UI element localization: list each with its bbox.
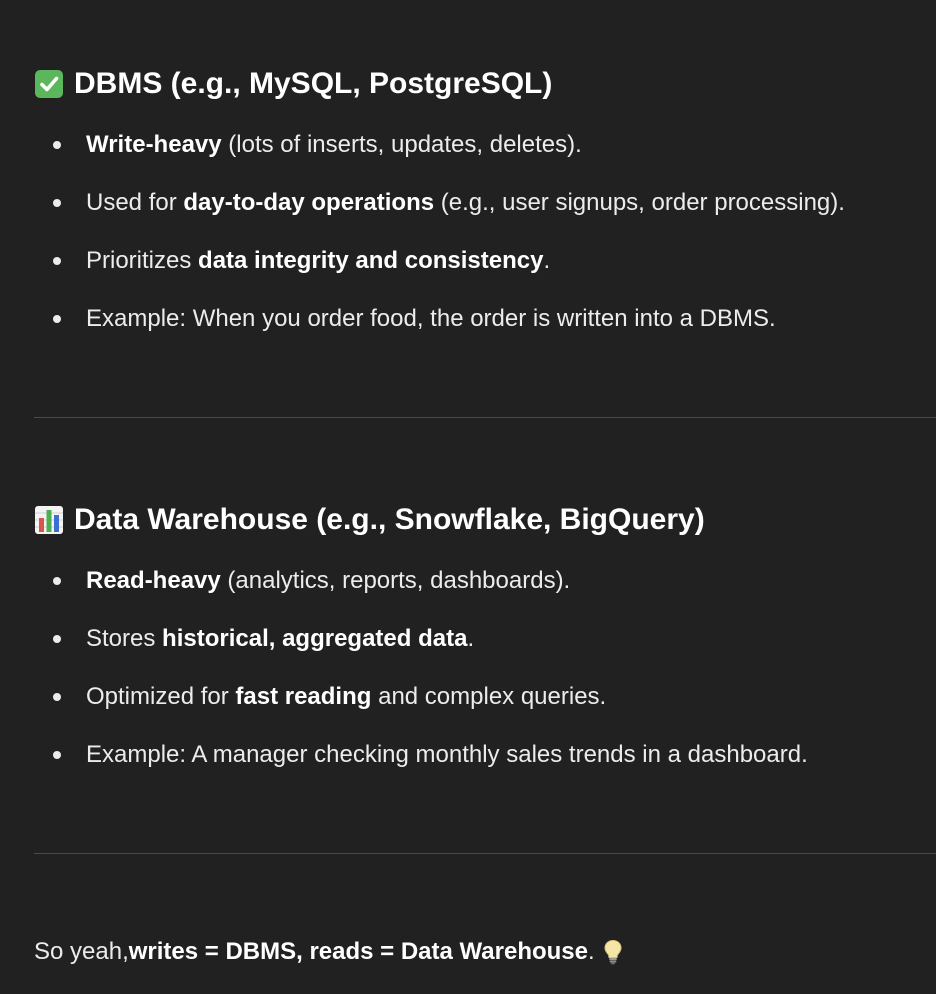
section-heading-text: DBMS (e.g., MySQL, PostgreSQL) xyxy=(74,67,553,100)
plain-text: Stores xyxy=(86,625,163,652)
plain-text: and complex queries. xyxy=(371,683,607,710)
bullet-icon xyxy=(53,577,61,585)
list-item-text: Stores historical, aggregated data. xyxy=(86,624,474,654)
bullet-icon xyxy=(53,199,61,207)
list-item: Write-heavy (lots of inserts, updates, d… xyxy=(0,130,936,188)
list-item: Optimized for fast reading and complex q… xyxy=(0,682,936,740)
bullet-icon xyxy=(53,257,61,265)
list-item-text: Example: When you order food, the order … xyxy=(86,305,776,332)
section-divider xyxy=(34,853,936,854)
bullet-icon xyxy=(53,751,61,759)
list-item: Prioritizes data integrity and consisten… xyxy=(0,246,936,304)
list-item-text: Write-heavy (lots of inserts, updates, d… xyxy=(86,130,582,160)
bold-text: fast reading xyxy=(235,683,372,710)
summary-line: So yeah, writes = DBMS, reads = Data War… xyxy=(34,937,623,967)
check-mark-button-icon xyxy=(34,69,64,99)
list-item-text: Example: A manager checking monthly sale… xyxy=(86,741,808,768)
section-divider xyxy=(34,417,936,418)
list-item: Read-heavy (analytics, reports, dashboar… xyxy=(0,566,936,624)
bullet-icon xyxy=(53,315,61,323)
bullet-icon xyxy=(53,635,61,643)
dbms-bullet-list: Write-heavy (lots of inserts, updates, d… xyxy=(0,130,936,362)
list-item: Example: When you order food, the order … xyxy=(0,304,936,362)
list-item-text: Optimized for fast reading and complex q… xyxy=(86,682,606,712)
plain-text: Optimized for xyxy=(86,683,236,710)
plain-text: (e.g., user signups, order processing). xyxy=(434,189,845,216)
list-item: Used for day-to-day operations (e.g., us… xyxy=(0,188,936,246)
plain-text: Prioritizes xyxy=(86,247,199,274)
plain-text: . xyxy=(467,625,475,652)
bullet-icon xyxy=(53,693,61,701)
plain-text: (analytics, reports, dashboards). xyxy=(220,567,571,594)
bold-text: Read-heavy xyxy=(86,567,221,594)
list-item: Example: A manager checking monthly sale… xyxy=(0,740,936,798)
bold-text: Write-heavy xyxy=(86,131,222,158)
section-heading-text: Data Warehouse (e.g., Snowflake, BigQuer… xyxy=(74,503,705,536)
bold-text: historical, aggregated data xyxy=(162,625,468,652)
plain-text: . xyxy=(588,938,595,965)
bold-text: data integrity and consistency xyxy=(198,247,544,274)
section-heading-data-warehouse: Data Warehouse (e.g., Snowflake, BigQuer… xyxy=(34,502,705,538)
plain-text: . xyxy=(543,247,551,274)
light-bulb-icon xyxy=(603,939,623,965)
section-heading-dbms: DBMS (e.g., MySQL, PostgreSQL) xyxy=(34,66,552,102)
plain-text: So yeah, xyxy=(34,938,129,965)
list-item-text: Prioritizes data integrity and consisten… xyxy=(86,246,550,276)
list-item: Stores historical, aggregated data. xyxy=(0,624,936,682)
data-warehouse-bullet-list: Read-heavy (analytics, reports, dashboar… xyxy=(0,566,936,798)
plain-text: Used for xyxy=(86,189,184,216)
list-item-text: Read-heavy (analytics, reports, dashboar… xyxy=(86,566,570,596)
list-item-text: Used for day-to-day operations (e.g., us… xyxy=(86,188,845,218)
plain-text: (lots of inserts, updates, deletes). xyxy=(221,131,582,158)
bullet-icon xyxy=(53,141,61,149)
bold-text: day-to-day operations xyxy=(183,189,435,216)
bar-chart-icon xyxy=(34,505,64,535)
bold-text: writes = DBMS, reads = Data Warehouse xyxy=(128,938,589,965)
